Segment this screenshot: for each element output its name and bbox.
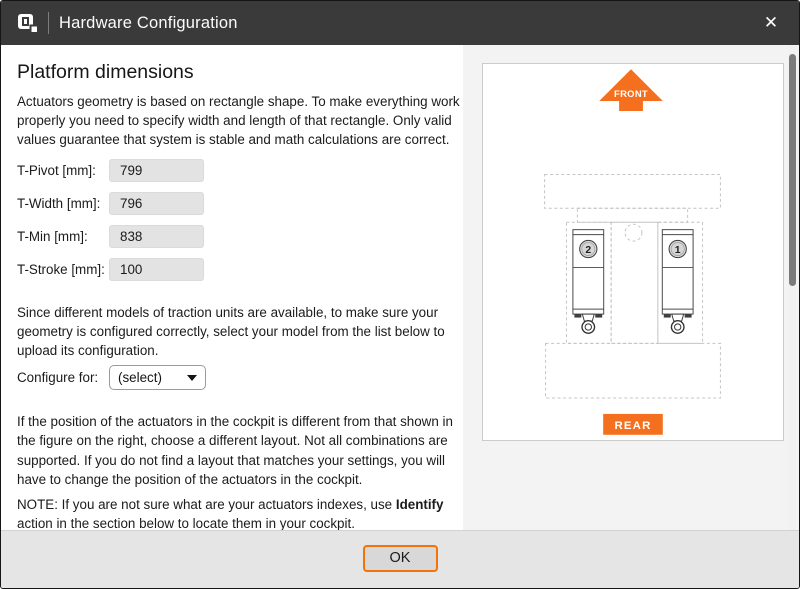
title-divider [48, 12, 49, 34]
app-logo-icon [17, 12, 39, 34]
field-row-t-min: T-Min [mm]: 838 [17, 225, 463, 248]
title-bar[interactable]: Hardware Configuration ✕ [1, 1, 799, 45]
field-row-t-stroke: T-Stroke [mm]: 100 [17, 258, 463, 281]
t-width-label: T-Width [mm]: [17, 196, 109, 211]
t-stroke-label: T-Stroke [mm]: [17, 262, 109, 277]
t-pivot-input[interactable]: 799 [109, 159, 204, 182]
layout-diagram-panel: FRONT [482, 63, 784, 441]
actuator-1-clevis [672, 314, 684, 321]
platform-outline [545, 175, 721, 399]
note-identify: Identify [396, 497, 444, 512]
actuator-layout-diagram: FRONT [483, 64, 783, 440]
scrollbar-track[interactable] [788, 45, 796, 530]
footer-bar: OK [1, 530, 799, 588]
note-suffix: action in the section below to locate th… [17, 516, 355, 530]
actuator-2: 2 [573, 230, 604, 334]
front-arrow-icon: FRONT [599, 69, 663, 111]
front-label: FRONT [614, 88, 648, 99]
note-prefix: NOTE: If you are not sure what are your … [17, 497, 396, 512]
configure-for-label: Configure for: [17, 370, 109, 385]
actuator-2-index: 2 [585, 245, 591, 256]
layout-text: If the position of the actuators in the … [17, 412, 463, 489]
traction-units-text: Since different models of traction units… [17, 303, 463, 361]
pivot-marker [625, 224, 642, 241]
field-row-t-width: T-Width [mm]: 796 [17, 192, 463, 215]
dropdown-arrow-icon [187, 375, 197, 381]
actuator-1-index: 1 [675, 245, 681, 256]
actuator-1: 1 [662, 230, 693, 334]
scrollbar-thumb[interactable] [789, 54, 796, 286]
close-icon[interactable]: ✕ [759, 11, 783, 35]
field-row-t-pivot: T-Pivot [mm]: 799 [17, 159, 463, 182]
settings-column: Platform dimensions Actuators geometry i… [1, 45, 463, 530]
rear-label: REAR [614, 420, 651, 432]
select-value: (select) [118, 370, 183, 385]
diagram-region: FRONT [463, 45, 799, 530]
ok-button[interactable]: OK [363, 545, 438, 572]
window-title: Hardware Configuration [59, 14, 238, 33]
actuator-2-clevis [582, 314, 594, 321]
dialog-content: Platform dimensions Actuators geometry i… [1, 45, 799, 530]
intro-text: Actuators geometry is based on rectangle… [17, 92, 463, 150]
t-stroke-input[interactable]: 100 [109, 258, 204, 281]
configure-for-row: Configure for: (select) [17, 365, 463, 390]
section-heading: Platform dimensions [17, 61, 463, 84]
note-text: NOTE: If you are not sure what are your … [17, 495, 463, 530]
hardware-configuration-dialog: Hardware Configuration ✕ Platform dimens… [0, 0, 800, 589]
configure-for-select[interactable]: (select) [109, 365, 206, 390]
t-width-input[interactable]: 796 [109, 192, 204, 215]
t-pivot-label: T-Pivot [mm]: [17, 163, 109, 178]
t-min-label: T-Min [mm]: [17, 229, 109, 244]
rear-badge: REAR [603, 414, 663, 435]
t-min-input[interactable]: 838 [109, 225, 204, 248]
